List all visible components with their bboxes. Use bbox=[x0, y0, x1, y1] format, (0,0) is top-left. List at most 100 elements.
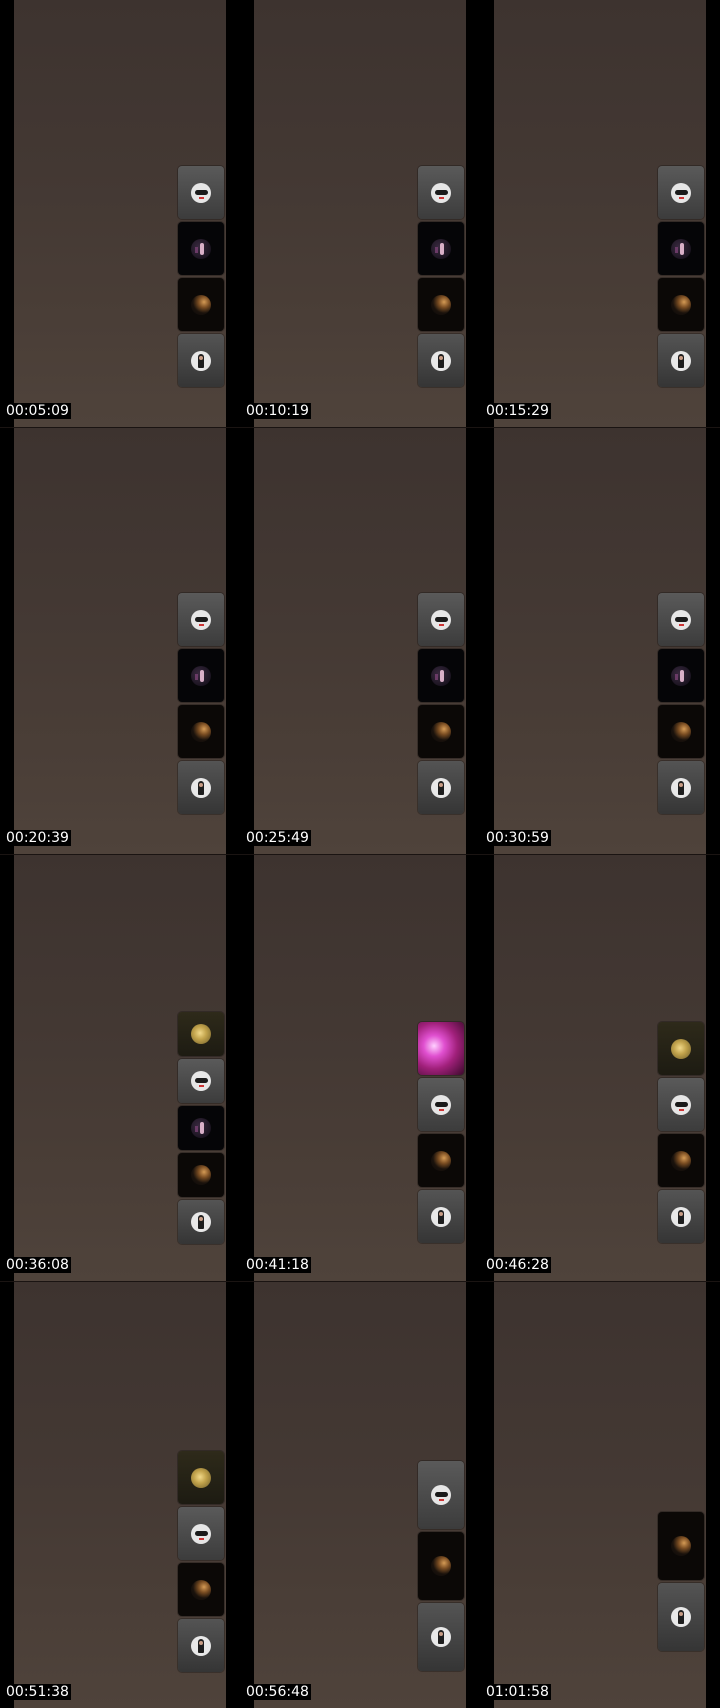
participant-tile[interactable] bbox=[418, 1532, 464, 1600]
dancer-avatar-icon bbox=[191, 238, 211, 259]
participant-tile[interactable] bbox=[178, 166, 224, 219]
participant-tile[interactable] bbox=[418, 1078, 464, 1131]
participant-stack bbox=[418, 166, 464, 387]
moon-avatar-icon bbox=[671, 1150, 691, 1171]
participant-tile[interactable] bbox=[418, 593, 464, 646]
participant-tile[interactable] bbox=[418, 1134, 464, 1187]
participant-tile[interactable] bbox=[178, 1012, 224, 1056]
moon-avatar-icon bbox=[671, 294, 691, 315]
timestamp-label: 00:30:59 bbox=[484, 830, 551, 846]
ghost-avatar-icon bbox=[191, 182, 211, 203]
participant-stack bbox=[418, 1461, 464, 1671]
participant-tile[interactable] bbox=[658, 166, 704, 219]
participant-tile[interactable] bbox=[178, 1507, 224, 1560]
video-frame: 00:20:39 bbox=[0, 427, 240, 854]
participant-stack bbox=[178, 1451, 224, 1672]
participant-tile[interactable] bbox=[418, 166, 464, 219]
participant-tile[interactable] bbox=[658, 1078, 704, 1131]
participant-tile[interactable] bbox=[658, 278, 704, 331]
participant-tile[interactable] bbox=[178, 1619, 224, 1672]
participant-stack bbox=[658, 593, 704, 814]
participant-tile[interactable] bbox=[418, 761, 464, 814]
dancer-avatar-icon bbox=[671, 238, 691, 259]
participant-tile[interactable] bbox=[178, 278, 224, 331]
dancer-avatar-icon bbox=[671, 665, 691, 686]
video-frame: 00:51:38 bbox=[0, 1281, 240, 1708]
timestamp-label: 00:10:19 bbox=[244, 403, 311, 419]
participant-tile[interactable] bbox=[658, 1190, 704, 1243]
woman-avatar-icon bbox=[671, 1206, 691, 1227]
participant-tile[interactable] bbox=[418, 649, 464, 702]
moon-avatar-icon bbox=[671, 1536, 691, 1556]
frame-divider bbox=[0, 1281, 240, 1282]
timestamp-label: 00:25:49 bbox=[244, 830, 311, 846]
participant-tile[interactable] bbox=[658, 649, 704, 702]
timestamp-label: 00:36:08 bbox=[4, 1257, 71, 1273]
participant-tile[interactable] bbox=[178, 1563, 224, 1616]
participant-tile[interactable] bbox=[658, 705, 704, 758]
participant-stack bbox=[418, 1022, 464, 1243]
participant-tile[interactable] bbox=[658, 1583, 704, 1651]
participant-tile[interactable] bbox=[658, 1512, 704, 1580]
woman-avatar-icon bbox=[671, 1607, 691, 1627]
frame-divider bbox=[240, 427, 480, 428]
gold-disc-avatar-icon bbox=[191, 1024, 211, 1044]
participant-tile[interactable] bbox=[418, 334, 464, 387]
frame-divider bbox=[0, 427, 240, 428]
frame-divider bbox=[480, 854, 720, 855]
moon-avatar-icon bbox=[191, 1579, 211, 1600]
video-frame: 00:41:18 bbox=[240, 854, 480, 1281]
timestamp-label: 00:56:48 bbox=[244, 1684, 311, 1700]
participant-tile[interactable] bbox=[658, 761, 704, 814]
participant-tile[interactable] bbox=[418, 705, 464, 758]
participant-tile[interactable] bbox=[178, 1153, 224, 1197]
ghost-avatar-icon bbox=[191, 609, 211, 630]
participant-tile[interactable] bbox=[418, 1190, 464, 1243]
participant-tile[interactable] bbox=[658, 1134, 704, 1187]
woman-avatar-icon bbox=[671, 350, 691, 371]
participant-tile[interactable] bbox=[178, 1200, 224, 1244]
frame-divider bbox=[240, 854, 480, 855]
dancer-avatar-icon bbox=[191, 665, 211, 686]
moon-avatar-icon bbox=[431, 294, 451, 315]
moon-avatar-icon bbox=[191, 1165, 211, 1185]
woman-avatar-icon bbox=[431, 1206, 451, 1227]
woman-avatar-icon bbox=[431, 777, 451, 798]
participant-tile[interactable] bbox=[658, 222, 704, 275]
participant-tile[interactable] bbox=[178, 222, 224, 275]
participant-tile[interactable] bbox=[178, 1451, 224, 1504]
ghost-avatar-icon bbox=[191, 1071, 211, 1091]
participant-tile[interactable] bbox=[418, 278, 464, 331]
video-frame: 00:56:48 bbox=[240, 1281, 480, 1708]
frame-divider bbox=[240, 1281, 480, 1282]
pink-lights-thumbnail-icon[interactable] bbox=[418, 1022, 464, 1075]
participant-tile[interactable] bbox=[658, 1022, 704, 1075]
participant-tile[interactable] bbox=[418, 222, 464, 275]
timestamp-label: 00:46:28 bbox=[484, 1257, 551, 1273]
video-frame: 00:05:09 bbox=[0, 0, 240, 427]
ghost-avatar-icon bbox=[431, 182, 451, 203]
participant-tile[interactable] bbox=[418, 1603, 464, 1671]
woman-avatar-icon bbox=[191, 777, 211, 798]
participant-tile[interactable] bbox=[178, 593, 224, 646]
participant-tile[interactable] bbox=[178, 1106, 224, 1150]
timestamp-label: 01:01:58 bbox=[484, 1684, 551, 1700]
video-frame: 00:10:19 bbox=[240, 0, 480, 427]
ghost-avatar-icon bbox=[191, 1523, 211, 1544]
woman-avatar-icon bbox=[191, 1635, 211, 1656]
participant-tile[interactable] bbox=[658, 334, 704, 387]
woman-avatar-icon bbox=[431, 350, 451, 371]
participant-tile[interactable] bbox=[658, 593, 704, 646]
participant-tile[interactable] bbox=[178, 334, 224, 387]
participant-tile[interactable] bbox=[418, 1461, 464, 1529]
contact-sheet: 00:05:09 00:10:19 00:15:29 00:20:39 00:25:49… bbox=[0, 0, 720, 1708]
participant-tile[interactable] bbox=[178, 705, 224, 758]
participant-tile[interactable] bbox=[178, 649, 224, 702]
participant-tile[interactable] bbox=[178, 1059, 224, 1103]
participant-tile[interactable] bbox=[178, 761, 224, 814]
participant-stack bbox=[178, 1012, 224, 1244]
moon-avatar-icon bbox=[671, 721, 691, 742]
dancer-avatar-icon bbox=[431, 238, 451, 259]
video-frame: 00:46:28 bbox=[480, 854, 720, 1281]
video-frame: 00:36:08 bbox=[0, 854, 240, 1281]
